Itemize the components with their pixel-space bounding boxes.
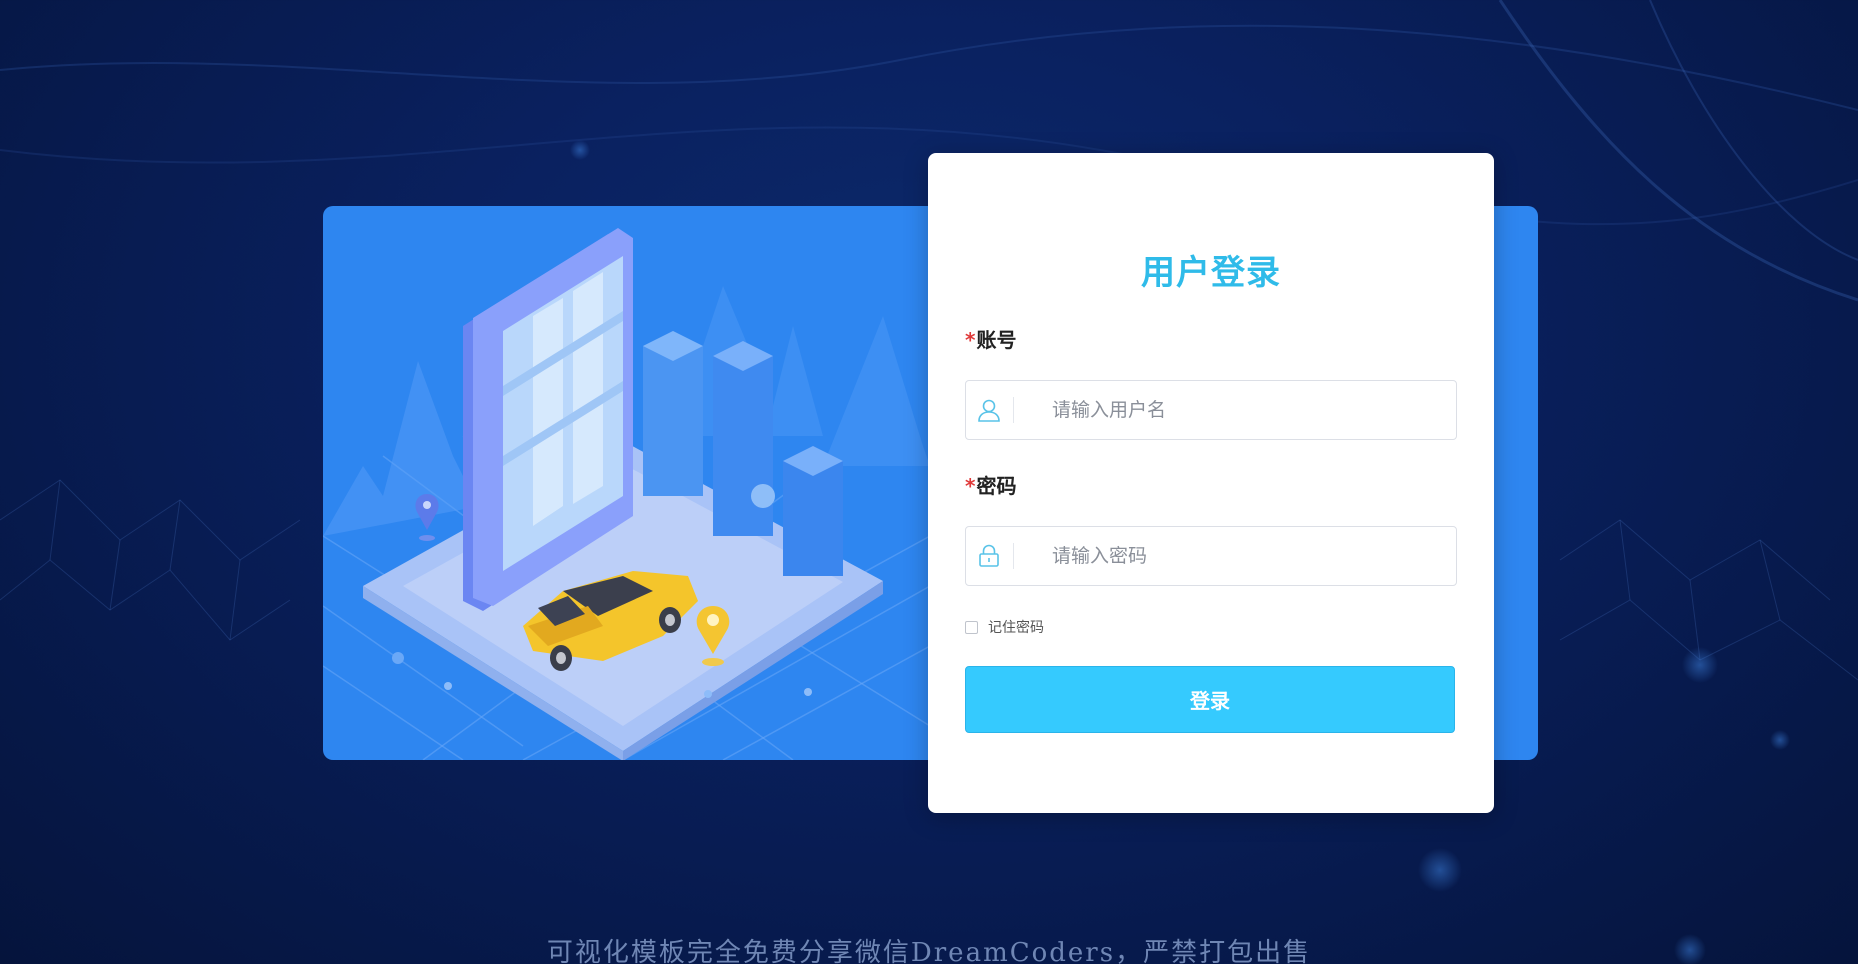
login-page: 用户登录 *账号 *密码 记住密码 登录 <box>0 0 1858 964</box>
required-mark: * <box>965 328 976 352</box>
account-label: *账号 <box>965 324 1016 353</box>
input-divider <box>1013 543 1014 569</box>
input-divider <box>1013 397 1014 423</box>
password-label: *密码 <box>965 470 1016 499</box>
remember-password[interactable]: 记住密码 <box>965 617 1044 637</box>
remember-checkbox[interactable] <box>965 620 978 634</box>
login-card: 用户登录 *账号 *密码 记住密码 登录 <box>928 153 1494 813</box>
login-button[interactable]: 登录 <box>965 666 1455 733</box>
password-field[interactable] <box>965 526 1457 586</box>
username-field[interactable] <box>965 380 1457 440</box>
account-label-text: 账号 <box>976 328 1017 352</box>
footer-note: 可视化模板完全免费分享微信DreamCoders，严禁打包出售 <box>546 938 1312 964</box>
password-input[interactable] <box>1052 527 1442 585</box>
map-illustration <box>323 228 930 760</box>
user-icon <box>978 399 1000 422</box>
lock-icon <box>979 544 999 567</box>
username-input[interactable] <box>1052 381 1442 439</box>
password-label-text: 密码 <box>976 474 1017 498</box>
login-title: 用户登录 <box>1141 253 1281 293</box>
remember-label: 记住密码 <box>988 620 1044 636</box>
required-mark: * <box>965 474 976 498</box>
